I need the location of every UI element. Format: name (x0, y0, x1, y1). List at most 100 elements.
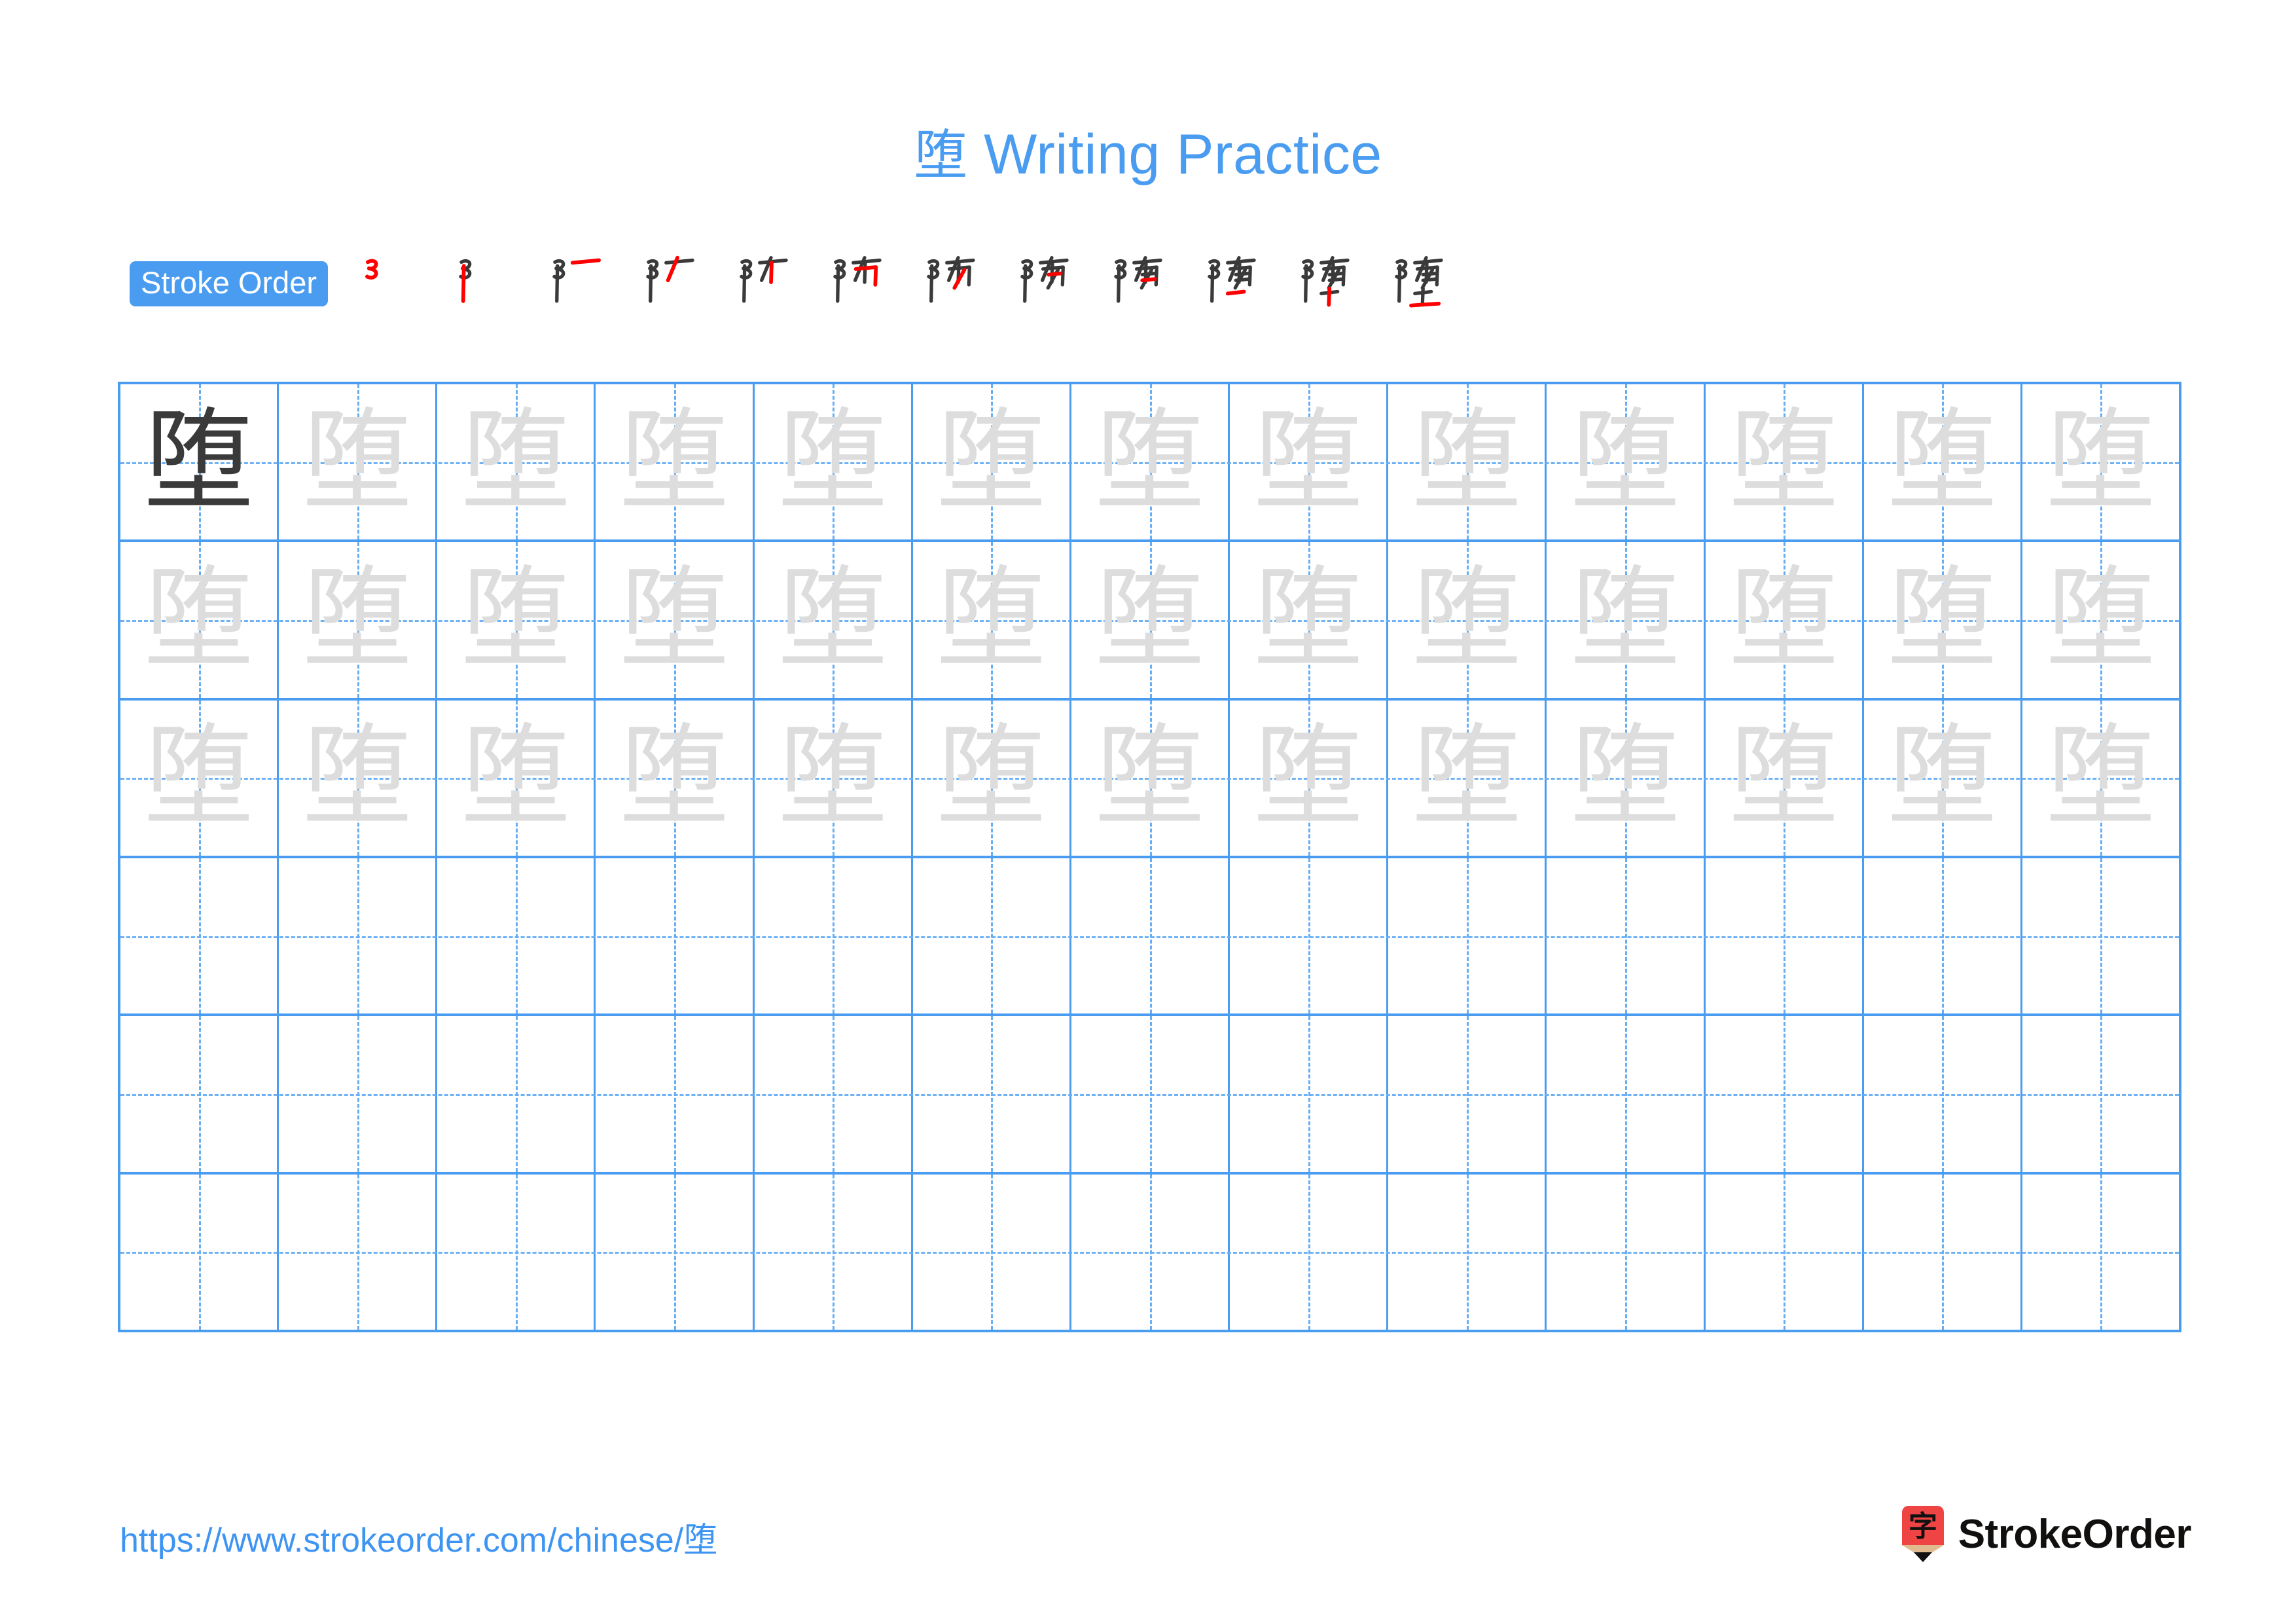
grid-cell-r6-c2[interactable] (279, 1174, 438, 1330)
grid-cell-r4-c12[interactable] (1864, 858, 2022, 1014)
grid-cell-r4-c6[interactable] (913, 858, 1071, 1014)
grid-cell-r5-c4[interactable] (596, 1016, 755, 1172)
grid-cell-r3-c1[interactable]: 堕 (120, 700, 279, 856)
grid-cell-r6-c4[interactable] (596, 1174, 755, 1330)
grid-cell-r6-c8[interactable] (1230, 1174, 1389, 1330)
grid-cell-r1-c2[interactable]: 堕 (279, 384, 438, 540)
grid-cell-r6-c3[interactable] (437, 1174, 596, 1330)
trace-character: 堕 (1570, 554, 1680, 683)
grid-cell-r2-c12[interactable]: 堕 (1864, 542, 2022, 698)
grid-cell-r6-c6[interactable] (913, 1174, 1071, 1330)
grid-cell-r4-c7[interactable] (1071, 858, 1230, 1014)
stroke-path-10 (1225, 289, 1246, 296)
grid-cell-r6-c10[interactable] (1547, 1174, 1706, 1330)
stroke-path-5 (769, 261, 774, 284)
stroke-step-10 (1185, 252, 1278, 315)
grid-cell-r6-c5[interactable] (755, 1174, 913, 1330)
grid-cell-r5-c8[interactable] (1230, 1016, 1389, 1172)
grid-cell-r1-c3[interactable]: 堕 (437, 384, 596, 540)
trace-character: 堕 (1729, 396, 1839, 525)
stroke-step-7 (904, 252, 997, 315)
grid-cell-r1-c12[interactable]: 堕 (1864, 384, 2022, 540)
grid-cell-r3-c2[interactable]: 堕 (279, 700, 438, 856)
grid-cell-r1-c8[interactable]: 堕 (1230, 384, 1389, 540)
trace-character: 堕 (1887, 712, 1998, 841)
grid-cell-r5-c7[interactable] (1071, 1016, 1230, 1172)
grid-cell-r5-c13[interactable] (2022, 1016, 2179, 1172)
grid-cell-r3-c3[interactable]: 堕 (437, 700, 596, 856)
grid-cell-r4-c10[interactable] (1547, 858, 1706, 1014)
grid-cell-r1-c5[interactable]: 堕 (755, 384, 913, 540)
grid-cell-r5-c2[interactable] (279, 1016, 438, 1172)
grid-cell-r5-c1[interactable] (120, 1016, 279, 1172)
grid-cell-r2-c10[interactable]: 堕 (1547, 542, 1706, 698)
grid-cell-r6-c13[interactable] (2022, 1174, 2179, 1330)
footer-url-link[interactable]: https://www.strokeorder.com/chinese/堕 (120, 1512, 717, 1561)
grid-cell-r2-c3[interactable]: 堕 (437, 542, 596, 698)
grid-cell-r4-c11[interactable] (1706, 858, 1864, 1014)
grid-cell-r1-c13[interactable]: 堕 (2022, 384, 2179, 540)
grid-cell-r1-c11[interactable]: 堕 (1706, 384, 1864, 540)
trace-character: 堕 (460, 396, 571, 525)
grid-cell-r2-c4[interactable]: 堕 (596, 542, 755, 698)
grid-cell-r6-c1[interactable] (120, 1174, 279, 1330)
grid-cell-r2-c8[interactable]: 堕 (1230, 542, 1389, 698)
trace-character: 堕 (619, 396, 730, 525)
grid-cell-r2-c5[interactable]: 堕 (755, 542, 913, 698)
grid-cell-r6-c11[interactable] (1706, 1174, 1864, 1330)
grid-cell-r3-c5[interactable]: 堕 (755, 700, 913, 856)
grid-cell-r5-c3[interactable] (437, 1016, 596, 1172)
grid-cell-r5-c5[interactable] (755, 1016, 913, 1172)
grid-cell-r1-c6[interactable]: 堕 (913, 384, 1071, 540)
grid-cell-r4-c9[interactable] (1388, 858, 1547, 1014)
stroke-step-6 (810, 252, 904, 315)
grid-cell-r3-c11[interactable]: 堕 (1706, 700, 1864, 856)
grid-cell-r2-c13[interactable]: 堕 (2022, 542, 2179, 698)
trace-character: 堕 (619, 554, 730, 683)
stroke-path-9 (1421, 277, 1438, 282)
grid-cell-r3-c7[interactable]: 堕 (1071, 700, 1230, 856)
stroke-step-12 (1372, 252, 1465, 315)
grid-cell-r2-c7[interactable]: 堕 (1071, 542, 1230, 698)
trace-character: 堕 (460, 712, 571, 841)
trace-character: 堕 (2045, 712, 2156, 841)
grid-cell-r4-c4[interactable] (596, 858, 755, 1014)
grid-cell-r2-c1[interactable]: 堕 (120, 542, 279, 698)
grid-cell-r1-c10[interactable]: 堕 (1547, 384, 1706, 540)
grid-cell-r5-c9[interactable] (1388, 1016, 1547, 1172)
grid-cell-r4-c13[interactable] (2022, 858, 2179, 1014)
stroke-order-badge: Stroke Order (130, 261, 329, 306)
grid-cell-r3-c13[interactable]: 堕 (2022, 700, 2179, 856)
grid-cell-r4-c1[interactable] (120, 858, 279, 1014)
grid-cell-r3-c6[interactable]: 堕 (913, 700, 1071, 856)
grid-cell-r1-c9[interactable]: 堕 (1388, 384, 1547, 540)
grid-cell-r3-c9[interactable]: 堕 (1388, 700, 1547, 856)
grid-cell-r4-c3[interactable] (437, 858, 596, 1014)
trace-character: 堕 (1411, 712, 1522, 841)
grid-cell-r6-c9[interactable] (1388, 1174, 1547, 1330)
grid-cell-r5-c6[interactable] (913, 1016, 1071, 1172)
trace-character: 堕 (302, 554, 412, 683)
grid-cell-r6-c12[interactable] (1864, 1174, 2022, 1330)
trace-character: 堕 (1887, 554, 1998, 683)
grid-cell-r3-c8[interactable]: 堕 (1230, 700, 1389, 856)
grid-cell-r6-c7[interactable] (1071, 1174, 1230, 1330)
brand-logo[interactable]: 字 StrokeOrder (1899, 1506, 2192, 1562)
grid-cell-r1-c4[interactable]: 堕 (596, 384, 755, 540)
grid-cell-r2-c11[interactable]: 堕 (1706, 542, 1864, 698)
grid-cell-r1-c7[interactable]: 堕 (1071, 384, 1230, 540)
grid-cell-r2-c6[interactable]: 堕 (913, 542, 1071, 698)
grid-cell-r1-c1[interactable]: 堕 (120, 384, 279, 540)
grid-cell-r2-c2[interactable]: 堕 (279, 542, 438, 698)
grid-cell-r4-c8[interactable] (1230, 858, 1389, 1014)
grid-cell-r3-c10[interactable]: 堕 (1547, 700, 1706, 856)
grid-cell-r3-c4[interactable]: 堕 (596, 700, 755, 856)
grid-cell-r4-c2[interactable] (279, 858, 438, 1014)
grid-cell-r3-c12[interactable]: 堕 (1864, 700, 2022, 856)
grid-cell-r5-c10[interactable] (1547, 1016, 1706, 1172)
grid-cell-r5-c11[interactable] (1706, 1016, 1864, 1172)
trace-character: 堕 (1094, 554, 1205, 683)
grid-cell-r4-c5[interactable] (755, 858, 913, 1014)
grid-cell-r5-c12[interactable] (1864, 1016, 2022, 1172)
grid-cell-r2-c9[interactable]: 堕 (1388, 542, 1547, 698)
